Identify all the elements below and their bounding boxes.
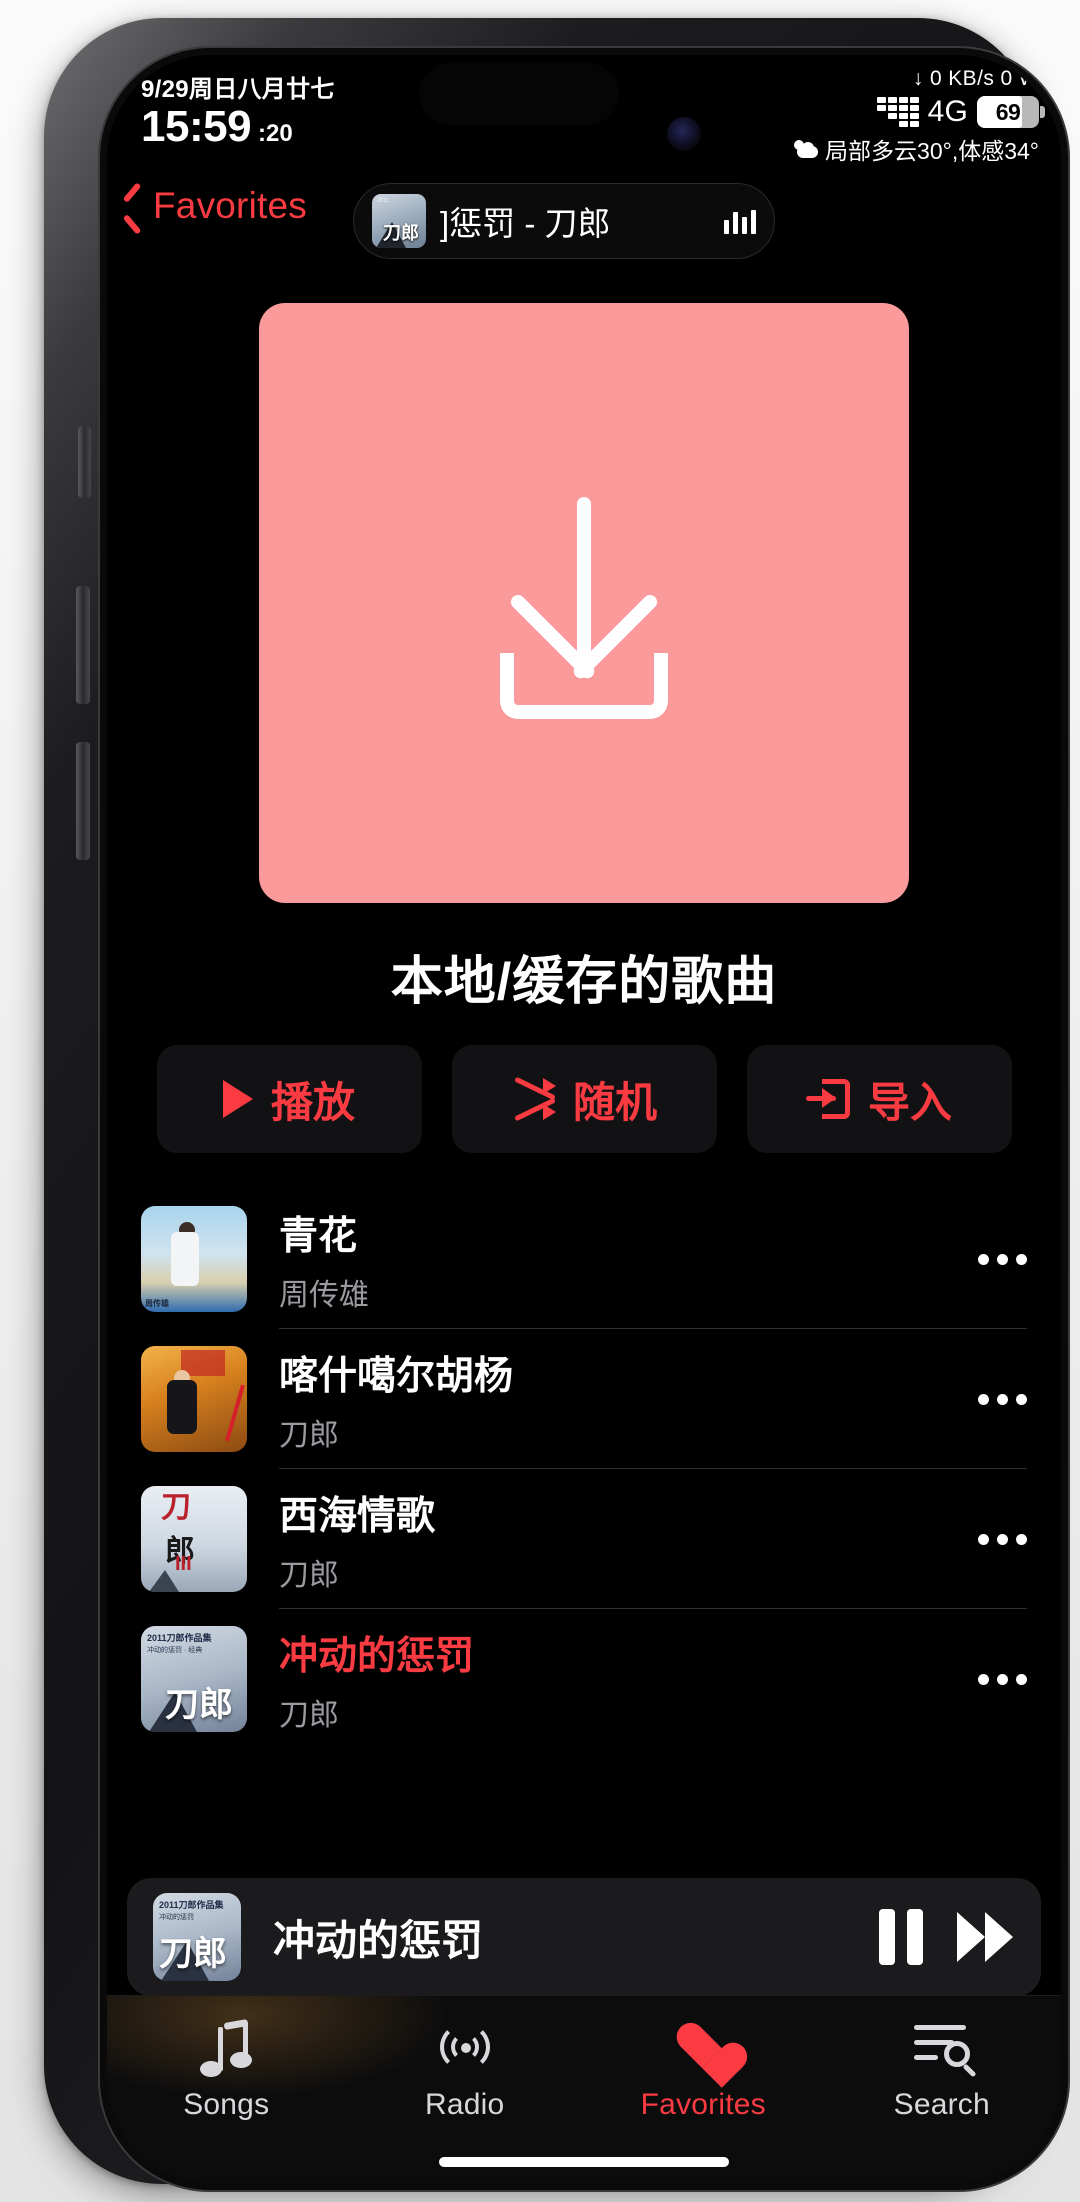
mini-player-artwork: 2011刀郎作品集 冲动的惩罚 刀郎	[153, 1893, 241, 1981]
download-icon	[468, 487, 700, 719]
volume-down-button[interactable]	[76, 742, 90, 860]
album-artwork: 周传雄	[141, 1206, 247, 1312]
tab-bar: Songs Radio Favorites Search	[107, 1995, 1061, 2183]
song-title: 西海情歌	[279, 1494, 436, 1538]
tab-search[interactable]: Search	[823, 1996, 1062, 2183]
silent-switch[interactable]	[78, 426, 91, 498]
status-bar-right: ↓ 0 KB/s 0 W 4G 69 局部多云30°,体感34°	[794, 67, 1045, 166]
radio-waves-icon	[434, 2023, 496, 2074]
partly-cloudy-icon	[794, 139, 820, 159]
phone-frame: 9/29周日八月廿七 15:59 :20 ↓ 0 KB/s 0 W 4G 69 …	[44, 18, 1070, 2192]
album-artwork	[141, 1346, 247, 1452]
status-date: 9/29周日八月廿七	[141, 76, 335, 103]
status-time: 15:59	[141, 102, 252, 151]
shuffle-button[interactable]: 随机	[451, 1045, 717, 1153]
heart-icon	[676, 2024, 730, 2074]
song-artist: 刀郎	[279, 1558, 339, 1592]
navigation-bar: Favorites 2011 刀郎 ]惩罚 - 刀郎	[107, 173, 1061, 269]
shuffle-icon	[511, 1078, 556, 1120]
chevron-left-icon	[121, 187, 143, 225]
song-title: 冲动的惩罚	[279, 1634, 475, 1678]
import-button-label: 导入	[867, 1078, 952, 1126]
playlist-artwork[interactable]	[259, 303, 909, 903]
battery-level: 69	[995, 98, 1021, 125]
status-bar: 9/29周日八月廿七 15:59 :20 ↓ 0 KB/s 0 W 4G 69 …	[107, 55, 1061, 173]
battery-indicator: 69	[977, 96, 1045, 128]
pause-icon[interactable]	[879, 1909, 923, 1965]
album-artwork: 刀郎 III	[141, 1486, 247, 1592]
tab-radio-label: Radio	[425, 2088, 505, 2121]
song-artist: 刀郎	[279, 1418, 339, 1452]
now-playing-pill[interactable]: 2011 刀郎 ]惩罚 - 刀郎	[353, 183, 775, 259]
table-row[interactable]: 喀什噶尔胡杨 刀郎	[107, 1329, 1061, 1469]
now-playing-pill-artwork: 2011 刀郎	[372, 194, 426, 248]
audio-waveform-icon	[724, 208, 756, 234]
more-horizontal-icon[interactable]	[973, 1673, 1027, 1685]
mini-artwork-text: 刀郎	[159, 1934, 227, 1974]
page-title: 本地/缓存的歌曲	[390, 953, 778, 1011]
tab-songs[interactable]: Songs	[107, 1996, 346, 2183]
more-horizontal-icon[interactable]	[973, 1253, 1027, 1265]
tab-favorites[interactable]: Favorites	[584, 1996, 823, 2183]
song-list: 周传雄 青花 周传雄 喀什噶尔胡杨 刀郎 刀 郎 III 西海情歌 刀郎 201…	[107, 1189, 1061, 1749]
phone-screen: 9/29周日八月廿七 15:59 :20 ↓ 0 KB/s 0 W 4G 69 …	[107, 55, 1061, 2183]
tab-songs-label: Songs	[183, 2088, 270, 2121]
song-artist: 周传雄	[279, 1278, 369, 1312]
more-horizontal-icon[interactable]	[973, 1393, 1027, 1405]
play-icon	[222, 1080, 253, 1118]
song-title: 青花	[279, 1214, 358, 1258]
weather-text: 局部多云30°,体感34°	[825, 138, 1039, 164]
import-icon	[805, 1079, 850, 1119]
tab-favorites-label: Favorites	[640, 2088, 766, 2121]
volume-up-button[interactable]	[76, 586, 90, 704]
pill-artwork-text: 刀郎	[383, 223, 419, 244]
play-button[interactable]: 播放	[156, 1045, 422, 1153]
tab-search-label: Search	[893, 2088, 990, 2121]
front-camera-icon	[667, 117, 701, 151]
play-button-label: 播放	[270, 1078, 355, 1126]
table-row[interactable]: 刀郎 III 西海情歌 刀郎	[107, 1469, 1061, 1609]
search-list-icon	[913, 2023, 977, 2078]
song-title: 喀什噶尔胡杨	[279, 1354, 514, 1398]
table-row[interactable]: 周传雄 青花 周传雄	[107, 1189, 1061, 1329]
mini-player[interactable]: 2011刀郎作品集 冲动的惩罚 刀郎 冲动的惩罚	[127, 1878, 1041, 1996]
music-note-icon	[200, 2018, 253, 2077]
status-bar-left: 9/29周日八月廿七 15:59 :20	[141, 69, 335, 149]
back-button[interactable]: Favorites	[121, 185, 307, 227]
carrier-tech: 4G	[927, 95, 968, 128]
dynamic-island[interactable]	[419, 63, 619, 125]
row-artwork-text: 刀郎	[165, 1685, 233, 1725]
more-horizontal-icon[interactable]	[973, 1533, 1027, 1545]
import-button[interactable]: 导入	[746, 1045, 1012, 1153]
status-seconds: :20	[258, 120, 293, 147]
song-artist: 刀郎	[279, 1698, 339, 1732]
album-artwork: 2011刀郎作品集 冲动的惩罚 · 经典 刀郎	[141, 1626, 247, 1732]
mini-player-title: 冲动的惩罚	[273, 1916, 484, 1964]
table-row[interactable]: 2011刀郎作品集 冲动的惩罚 · 经典 刀郎 冲动的惩罚 刀郎	[107, 1609, 1061, 1749]
shuffle-button-label: 随机	[572, 1078, 657, 1126]
action-button-row: 播放 随机 导入	[107, 1045, 1061, 1153]
now-playing-pill-title: ]惩罚 - 刀郎	[440, 205, 611, 242]
page-root: 9/29周日八月廿七 15:59 :20 ↓ 0 KB/s 0 W 4G 69 …	[0, 0, 1080, 2202]
main-content: 本地/缓存的歌曲 播放 随机 导入 周传雄 青花 周传雄 喀什噶尔胡杨 刀郎 刀…	[107, 269, 1061, 1889]
home-indicator[interactable]	[439, 2157, 729, 2167]
fast-forward-icon[interactable]	[957, 1912, 1015, 1962]
back-button-label: Favorites	[153, 185, 307, 226]
tab-radio[interactable]: Radio	[346, 1996, 585, 2183]
network-speed: ↓ 0 KB/s 0 W	[912, 67, 1039, 90]
signal-bars-icon	[876, 97, 919, 127]
